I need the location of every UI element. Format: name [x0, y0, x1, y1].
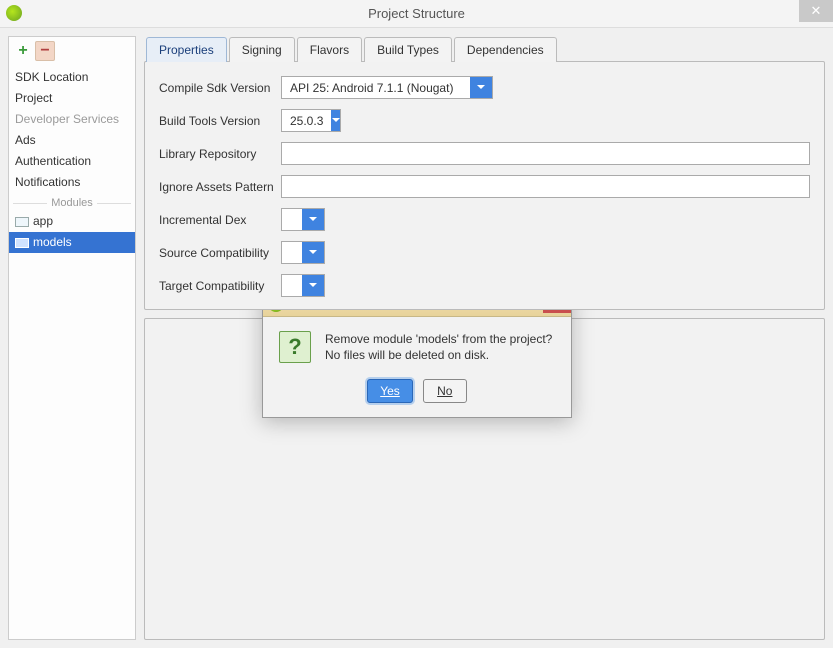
- tabs: Properties Signing Flavors Build Types D…: [144, 36, 825, 61]
- app-icon: [6, 5, 22, 21]
- sidebar-item-authentication[interactable]: Authentication: [9, 151, 135, 172]
- library-repo-label: Library Repository: [159, 147, 281, 161]
- library-repo-input[interactable]: [281, 142, 810, 165]
- no-button[interactable]: No: [423, 379, 467, 403]
- ignore-assets-input[interactable]: [281, 175, 810, 198]
- sidebar-item-developer-services[interactable]: Developer Services: [9, 109, 135, 130]
- sidebar-toolbar: + −: [9, 37, 135, 67]
- module-label: app: [33, 213, 129, 230]
- chevron-down-icon[interactable]: [470, 77, 492, 98]
- tab-properties[interactable]: Properties: [146, 37, 227, 62]
- compile-sdk-combo[interactable]: API 25: Android 7.1.1 (Nougat): [281, 76, 493, 99]
- sidebar-item-project[interactable]: Project: [9, 88, 135, 109]
- target-compat-combo[interactable]: [281, 274, 325, 297]
- question-icon: ?: [279, 331, 311, 363]
- compile-sdk-label: Compile Sdk Version: [159, 81, 281, 95]
- modules-header: Modules: [51, 197, 93, 209]
- compile-sdk-value: API 25: Android 7.1.1 (Nougat): [282, 81, 470, 95]
- chevron-down-icon[interactable]: [331, 110, 340, 131]
- sidebar-item-ads[interactable]: Ads: [9, 130, 135, 151]
- window-close-button[interactable]: ✕: [799, 0, 833, 22]
- sidebar-item-sdk-location[interactable]: SDK Location: [9, 67, 135, 88]
- module-icon: [15, 238, 29, 248]
- window-titlebar: Project Structure ✕: [0, 0, 833, 28]
- module-item-app[interactable]: app: [9, 211, 135, 232]
- chevron-down-icon[interactable]: [302, 209, 324, 230]
- target-compat-label: Target Compatibility: [159, 279, 281, 293]
- add-module-button[interactable]: +: [13, 41, 33, 61]
- ignore-assets-label: Ignore Assets Pattern: [159, 180, 281, 194]
- properties-form: Compile Sdk Version API 25: Android 7.1.…: [144, 61, 825, 310]
- chevron-down-icon[interactable]: [302, 242, 324, 263]
- tab-signing[interactable]: Signing: [229, 37, 295, 62]
- build-tools-value: 25.0.3: [282, 114, 331, 128]
- tab-dependencies[interactable]: Dependencies: [454, 37, 557, 62]
- incremental-dex-label: Incremental Dex: [159, 213, 281, 227]
- module-label: models: [33, 234, 129, 251]
- module-item-models[interactable]: models: [9, 232, 135, 253]
- build-tools-combo[interactable]: 25.0.3: [281, 109, 341, 132]
- source-compat-combo[interactable]: [281, 241, 325, 264]
- dialog-line2: No files will be deleted on disk.: [325, 347, 552, 363]
- tab-flavors[interactable]: Flavors: [297, 37, 362, 62]
- source-compat-label: Source Compatibility: [159, 246, 281, 260]
- remove-module-button[interactable]: −: [35, 41, 55, 61]
- sidebar: + − SDK Location Project Developer Servi…: [8, 36, 136, 640]
- dialog-line1: Remove module 'models' from the project?: [325, 331, 552, 347]
- tab-build-types[interactable]: Build Types: [364, 37, 452, 62]
- dialog-message: Remove module 'models' from the project?…: [325, 331, 552, 363]
- window-title: Project Structure: [368, 6, 465, 21]
- incremental-dex-combo[interactable]: [281, 208, 325, 231]
- modules-separator: Modules: [9, 197, 135, 209]
- yes-button[interactable]: Yes: [367, 379, 413, 403]
- build-tools-label: Build Tools Version: [159, 114, 281, 128]
- sidebar-sections: SDK Location Project Developer Services …: [9, 67, 135, 193]
- chevron-down-icon[interactable]: [302, 275, 324, 296]
- module-icon: [15, 217, 29, 227]
- sidebar-item-notifications[interactable]: Notifications: [9, 172, 135, 193]
